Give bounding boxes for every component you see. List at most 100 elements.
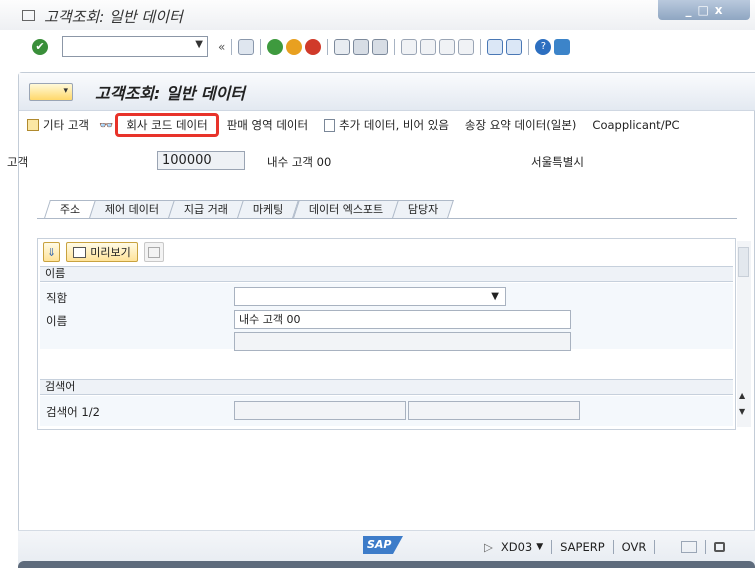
application-toolbar: 기타 고객 👓 회사 코드 데이터 판매 영역 데이터 추가 데이터, 비어 있… [19, 111, 755, 139]
preview-button[interactable]: 미리보기 [66, 242, 138, 262]
search-term-label: 검색어 1/2 [46, 405, 100, 419]
expand-status-icon[interactable]: ▷ [484, 540, 493, 554]
toolbar-separator [480, 39, 482, 55]
customer-number-field[interactable]: 100000 [157, 151, 245, 170]
print-icon[interactable] [334, 39, 351, 55]
toolbar-separator [231, 39, 233, 55]
glasses-icon: 👓 [98, 118, 114, 132]
minimize-button[interactable]: _ [685, 3, 691, 17]
invoice-summary-button[interactable]: 송장 요약 데이터(일본) [457, 113, 585, 137]
command-field[interactable]: ▼ [62, 36, 208, 57]
other-customer-button[interactable]: 기타 고객 [19, 113, 97, 137]
system-menu-button[interactable]: ▾ [29, 83, 73, 101]
customer-city: 서울특별시 [531, 155, 584, 169]
tab-strip: 주소 제어 데이터 지급 거래 마케팅 데이터 엑스포트 담당자 [44, 200, 455, 218]
customer-name: 내수 고객 00 [267, 155, 332, 169]
window-titlebar: 고객조회: 일반 데이터 _ □ x [0, 0, 755, 30]
other-customer-icon [27, 119, 39, 131]
toolbar-separator [260, 39, 262, 55]
print-preview-icon [73, 246, 87, 258]
additional-data-label: 추가 데이터, 비어 있음 [339, 118, 449, 132]
window-bottom-edge [18, 561, 755, 568]
layout-switch-icon[interactable] [681, 541, 698, 553]
address-panel: ⇓ 미리보기 이름 직함 ▼ 이름 내수 고객 00 검색어 검색어 1/2 ▲… [37, 238, 751, 430]
tab-payment[interactable]: 지급 거래 [168, 200, 245, 218]
toolbar-icons: « ? [218, 37, 571, 57]
scroll-up-icon[interactable]: ▲ [739, 391, 745, 400]
sap-logo: SAP [363, 536, 403, 554]
maximize-button[interactable]: □ [697, 3, 708, 17]
sales-area-data-label: 판매 영역 데이터 [226, 118, 309, 132]
company-code-data-label: 회사 코드 데이터 [126, 118, 208, 132]
help-icon[interactable]: ? [535, 39, 552, 55]
last-page-icon[interactable] [458, 39, 475, 55]
insert-mode: OVR [621, 540, 647, 554]
expand-icon: ⇓ [47, 245, 57, 259]
name-group-body: 직함 ▼ 이름 내수 고객 00 [40, 283, 733, 351]
new-session-icon[interactable] [487, 39, 504, 55]
system-info: ▷ XD03 ▼ SAPERP OVR [484, 540, 726, 554]
search-term-1-field[interactable] [234, 401, 406, 420]
tab-divider [37, 218, 737, 219]
other-customer-label: 기타 고객 [43, 118, 89, 132]
scroll-down-icon[interactable]: ▼ [739, 407, 745, 416]
enter-button[interactable]: ✔ [32, 39, 48, 55]
chevron-down-icon[interactable]: ▼ [536, 542, 543, 552]
scrollbar-thumb[interactable] [738, 247, 749, 277]
find-icon[interactable] [353, 39, 370, 55]
next-page-icon[interactable] [439, 39, 456, 55]
save-icon[interactable] [238, 39, 255, 55]
additional-data-button[interactable]: 추가 데이터, 비어 있음 [316, 113, 457, 137]
window-icon [22, 10, 35, 21]
status-separator [551, 540, 553, 554]
company-code-data-button[interactable]: 회사 코드 데이터 [115, 113, 219, 137]
tab-marketing[interactable]: 마케팅 [237, 200, 300, 218]
window-title: 고객조회: 일반 데이터 [44, 8, 183, 26]
layout-icon[interactable] [554, 39, 571, 55]
preview-label: 미리보기 [90, 246, 131, 259]
name2-field[interactable] [234, 332, 571, 351]
tab-data-export[interactable]: 데이터 엑스포트 [292, 200, 399, 218]
system-name: SAPERP [560, 540, 605, 554]
window-controls: _ □ x [658, 0, 750, 20]
lock-icon[interactable] [714, 542, 726, 552]
chevron-down-icon[interactable]: ▼ [195, 39, 203, 50]
sales-area-data-button[interactable]: 판매 영역 데이터 [219, 113, 316, 137]
shortcut-icon[interactable] [506, 39, 523, 55]
collapse-icon[interactable]: « [218, 40, 225, 54]
chevron-down-icon[interactable]: ▼ [491, 288, 499, 305]
name-field[interactable]: 내수 고객 00 [234, 310, 571, 329]
first-page-icon[interactable] [401, 39, 418, 55]
search-term-2-field[interactable] [408, 401, 580, 420]
tab-control-data[interactable]: 제어 데이터 [89, 200, 176, 218]
application-area: ▾ 고객조회: 일반 데이터 기타 고객 👓 회사 코드 데이터 판매 영역 데… [7, 72, 755, 568]
title-select[interactable]: ▼ [234, 287, 506, 306]
international-version-button[interactable] [143, 242, 164, 262]
find-next-icon[interactable] [372, 39, 389, 55]
glasses-button[interactable]: 👓 [97, 113, 115, 137]
vertical-scrollbar[interactable]: ▲ ▼ [737, 241, 751, 427]
prev-page-icon[interactable] [420, 39, 437, 55]
status-separator [654, 540, 656, 554]
toolbar-separator [528, 39, 530, 55]
close-button[interactable]: x [715, 3, 723, 17]
toolbar-separator [394, 39, 396, 55]
chevron-down-icon: ▾ [63, 86, 68, 96]
app-header: ▾ 고객조회: 일반 데이터 [19, 73, 755, 111]
transaction-code: XD03 [500, 540, 533, 554]
building-icon [147, 246, 160, 258]
page-title: 고객조회: 일반 데이터 [95, 84, 246, 103]
expand-button[interactable]: ⇓ [43, 242, 61, 262]
customer-label: 고객 [7, 155, 29, 169]
toolbar-separator [327, 39, 329, 55]
exit-icon[interactable] [286, 39, 303, 55]
cancel-icon[interactable] [305, 39, 322, 55]
tab-address[interactable]: 주소 [44, 200, 97, 218]
back-icon[interactable] [267, 39, 284, 55]
coapplicant-button[interactable]: Coapplicant/PC [584, 113, 687, 137]
title-field-label: 직함 [46, 291, 68, 305]
search-group-header: 검색어 [40, 379, 733, 395]
status-separator [612, 540, 614, 554]
coapplicant-label: Coapplicant/PC [592, 118, 680, 132]
tab-contact-person[interactable]: 담당자 [392, 200, 455, 218]
